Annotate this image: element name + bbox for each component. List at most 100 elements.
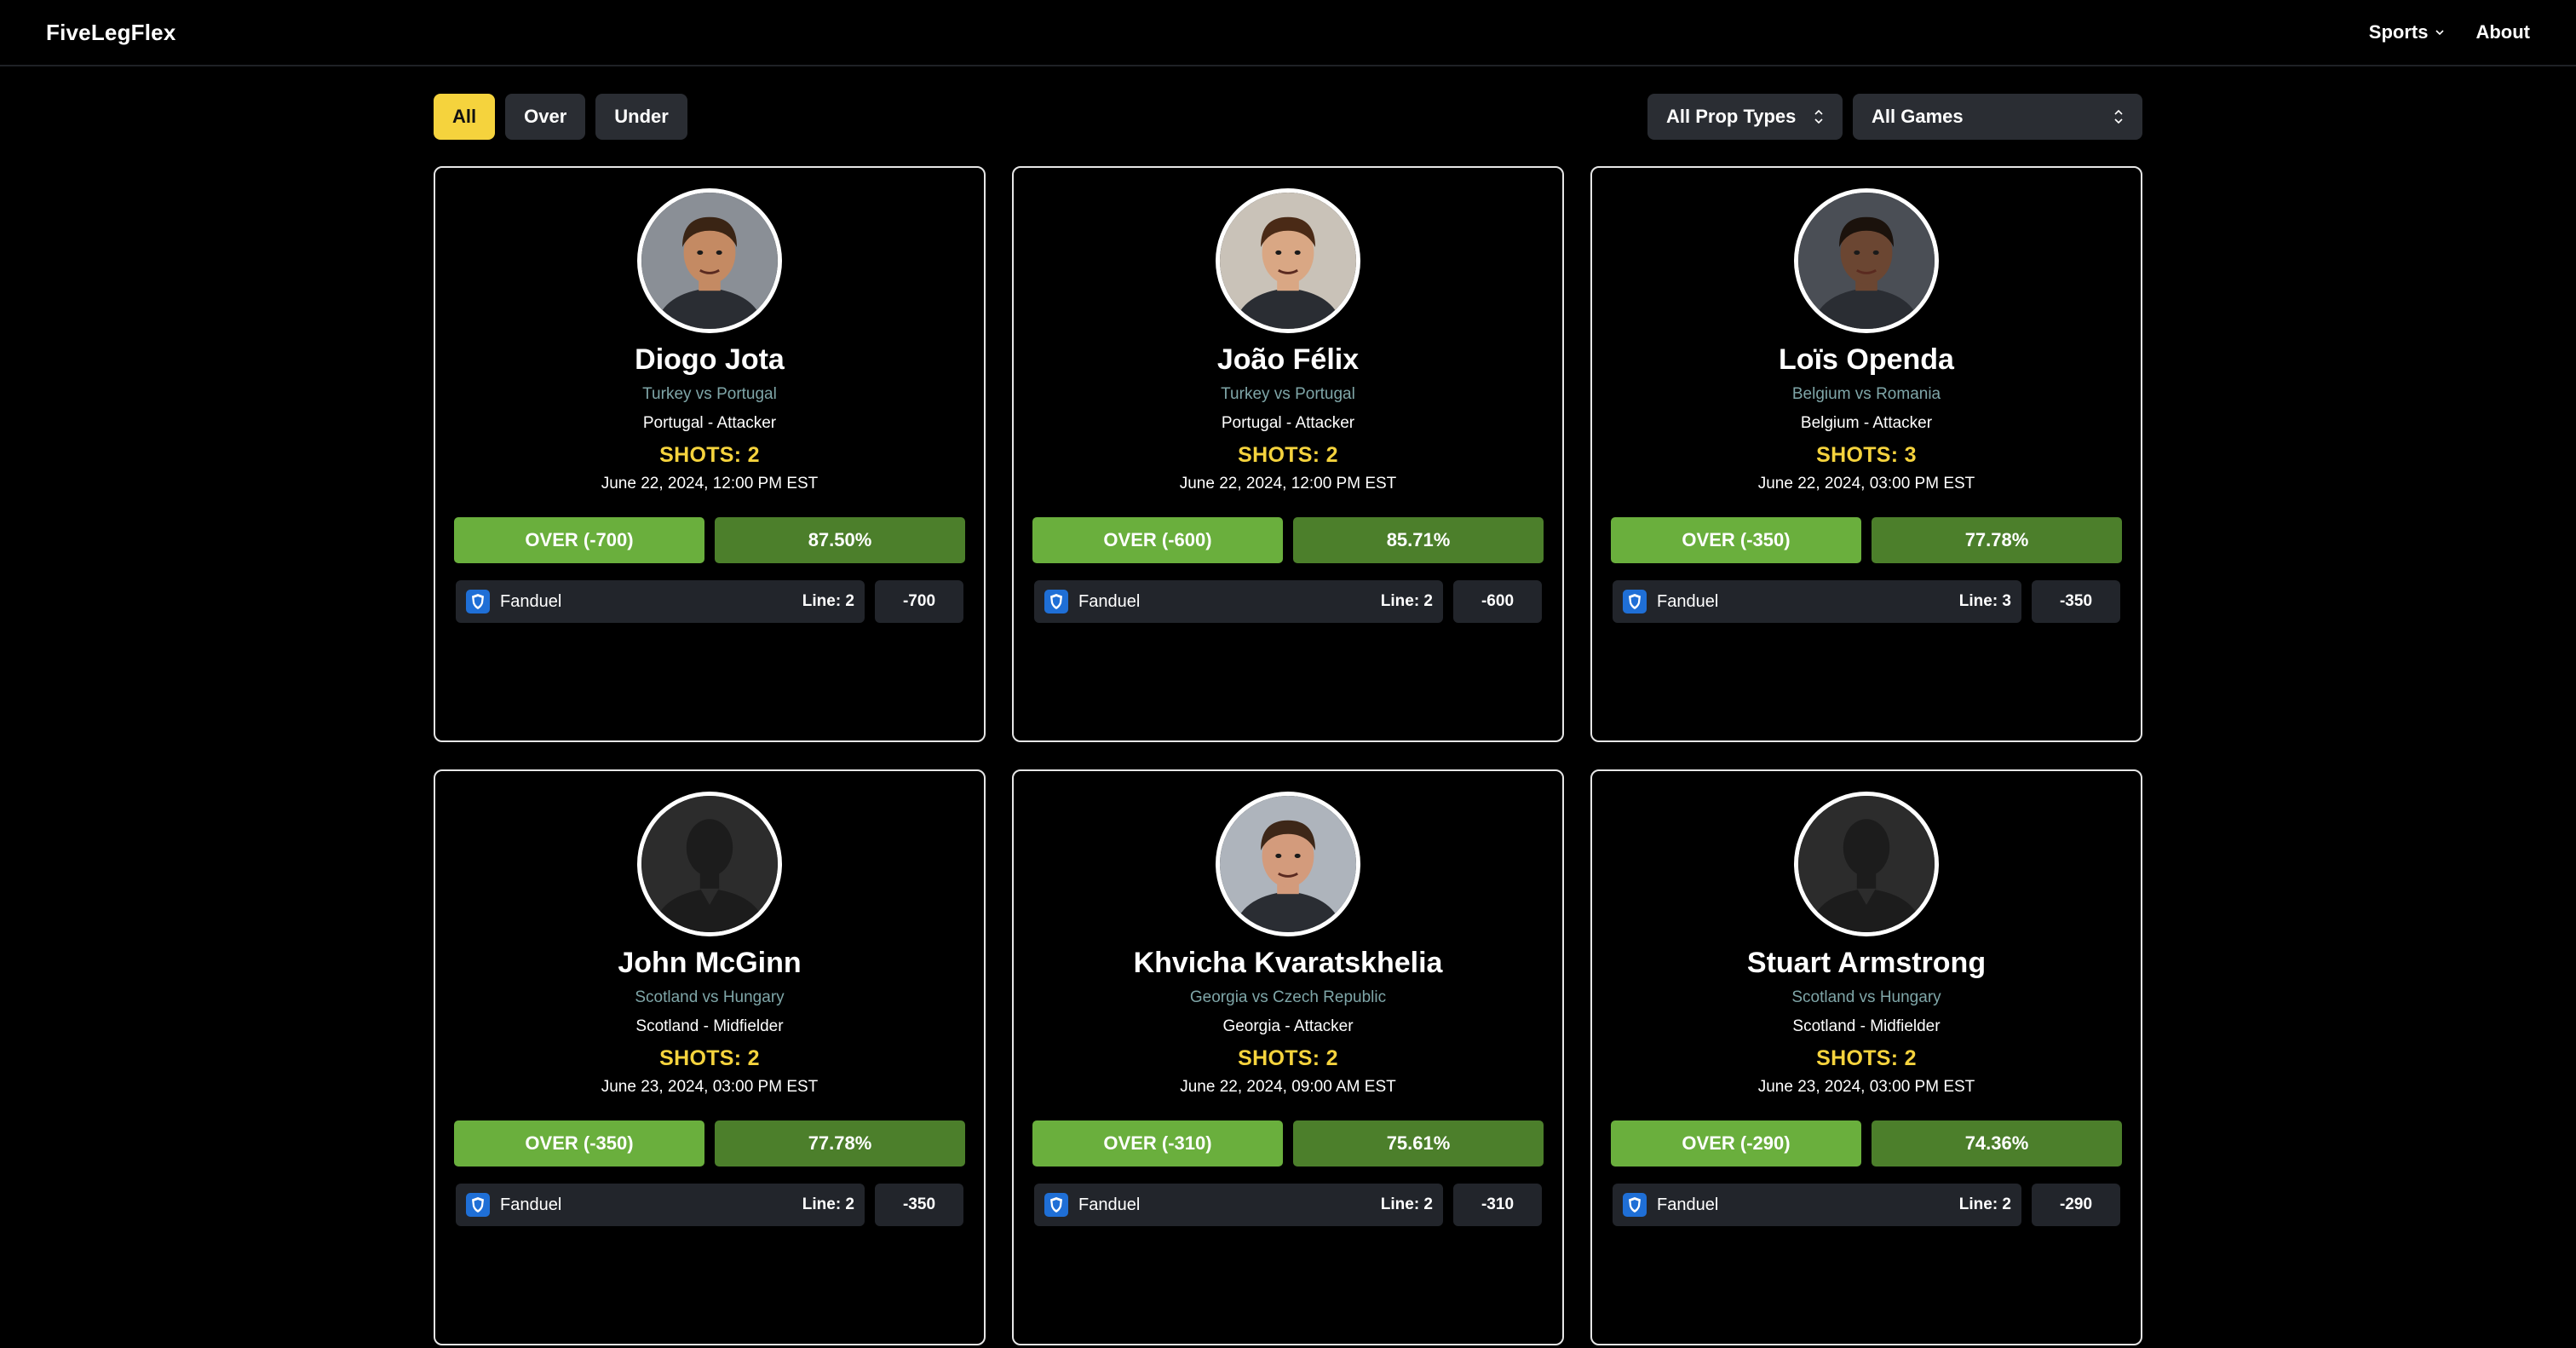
sportsbook-row: Fanduel Line: 2 -350 (456, 1184, 963, 1226)
prop-card[interactable]: Diogo Jota Turkey vs Portugal Portugal -… (434, 166, 986, 742)
fanduel-shield-icon (1044, 1193, 1068, 1217)
chevron-down-icon (2435, 30, 2445, 36)
prop-line-title: SHOTS: 2 (659, 443, 760, 467)
player-silhouette-icon (1798, 796, 1935, 932)
prop-card[interactable]: João Félix Turkey vs Portugal Portugal -… (1012, 166, 1564, 742)
line-value: Line: 2 (1380, 1195, 1433, 1213)
fanduel-shield-icon (466, 590, 490, 614)
filter-over-button[interactable]: Over (505, 94, 586, 140)
navbar: FiveLegFlex Sports About (0, 0, 2576, 66)
line-value: Line: 2 (802, 1195, 854, 1213)
select-group: All Prop Types All Games (1647, 94, 2142, 140)
sportsbook-info[interactable]: Fanduel Line: 2 (1034, 1184, 1443, 1226)
team-position: Belgium - Attacker (1800, 414, 1933, 432)
sportsbook-row: Fanduel Line: 3 -350 (1613, 580, 2120, 623)
sportsbook-name: Fanduel (1078, 1195, 1141, 1214)
game-datetime: June 23, 2024, 03:00 PM EST (601, 1078, 819, 1096)
brand-logo[interactable]: FiveLegFlex (46, 20, 175, 46)
sports-menu[interactable]: Sports (2369, 21, 2446, 43)
hit-rate-badge: 85.71% (1293, 517, 1544, 563)
player-name: Diogo Jota (635, 343, 785, 376)
prop-type-select[interactable]: All Prop Types (1647, 94, 1843, 140)
hit-rate-badge: 77.78% (715, 1120, 965, 1167)
player-photo (1798, 193, 1935, 329)
sportsbook-row: Fanduel Line: 2 -290 (1613, 1184, 2120, 1226)
odds-value[interactable]: -310 (1453, 1184, 1542, 1226)
sportsbook-info[interactable]: Fanduel Line: 3 (1613, 580, 2021, 623)
fanduel-shield-icon (1623, 590, 1647, 614)
hit-rate-badge: 77.78% (1872, 517, 2122, 563)
pick-row: OVER (-350) 77.78% (1611, 517, 2122, 563)
sportsbook-info[interactable]: Fanduel Line: 2 (1034, 580, 1443, 623)
select-arrows-icon (1814, 109, 1823, 124)
nav-links: Sports About (2369, 21, 2530, 43)
pick-button[interactable]: OVER (-700) (454, 517, 704, 563)
prop-card[interactable]: Loïs Openda Belgium vs Romania Belgium -… (1590, 166, 2142, 742)
odds-value[interactable]: -350 (875, 1184, 963, 1226)
player-avatar (637, 792, 782, 936)
game-matchup: Scotland vs Hungary (1791, 988, 1941, 1006)
team-position: Portugal - Attacker (642, 414, 777, 432)
odds-value[interactable]: -350 (2032, 580, 2120, 623)
prop-card[interactable]: Stuart Armstrong Scotland vs Hungary Sco… (1590, 769, 2142, 1345)
sportsbook-name: Fanduel (500, 591, 562, 611)
sportsbook-info[interactable]: Fanduel Line: 2 (456, 580, 865, 623)
player-silhouette-icon (641, 796, 778, 932)
prop-line-title: SHOTS: 2 (1816, 1046, 1917, 1070)
sportsbook-name: Fanduel (1078, 591, 1141, 611)
sportsbook-info[interactable]: Fanduel Line: 2 (456, 1184, 865, 1226)
about-link[interactable]: About (2475, 21, 2530, 43)
pick-button[interactable]: OVER (-290) (1611, 1120, 1861, 1167)
prop-type-value: All Prop Types (1666, 106, 1797, 127)
game-matchup: Belgium vs Romania (1791, 385, 1941, 403)
line-value: Line: 2 (1958, 1195, 2011, 1213)
pick-row: OVER (-600) 85.71% (1032, 517, 1544, 563)
game-datetime: June 23, 2024, 03:00 PM EST (1757, 1078, 1975, 1096)
odds-value[interactable]: -600 (1453, 580, 1542, 623)
pick-row: OVER (-310) 75.61% (1032, 1120, 1544, 1167)
game-datetime: June 22, 2024, 09:00 AM EST (1180, 1078, 1396, 1096)
pick-button[interactable]: OVER (-310) (1032, 1120, 1283, 1167)
hit-rate-badge: 87.50% (715, 517, 965, 563)
filter-all-button[interactable]: All (434, 94, 496, 140)
sportsbook-info[interactable]: Fanduel Line: 2 (1613, 1184, 2021, 1226)
pick-button[interactable]: OVER (-350) (1611, 517, 1861, 563)
prop-card-grid: Diogo Jota Turkey vs Portugal Portugal -… (434, 166, 2142, 1345)
team-position: Scotland - Midfielder (635, 1017, 784, 1035)
filter-bar: All Over Under All Prop Types All Games (434, 94, 2142, 140)
prop-card[interactable]: John McGinn Scotland vs Hungary Scotland… (434, 769, 986, 1345)
player-avatar (1794, 188, 1939, 333)
pick-row: OVER (-350) 77.78% (454, 1120, 965, 1167)
player-name: Loïs Openda (1779, 343, 1954, 376)
pick-row: OVER (-700) 87.50% (454, 517, 965, 563)
pick-button[interactable]: OVER (-350) (454, 1120, 704, 1167)
filter-under-button[interactable]: Under (595, 94, 687, 140)
team-position: Georgia - Attacker (1222, 1017, 1354, 1035)
game-datetime: June 22, 2024, 03:00 PM EST (1757, 475, 1975, 493)
team-position: Scotland - Midfielder (1792, 1017, 1941, 1035)
prop-card[interactable]: Khvicha Kvaratskhelia Georgia vs Czech R… (1012, 769, 1564, 1345)
sportsbook-name: Fanduel (500, 1195, 562, 1214)
player-name: Stuart Armstrong (1746, 947, 1987, 979)
game-datetime: June 22, 2024, 12:00 PM EST (1179, 475, 1397, 493)
player-name: João Félix (1216, 343, 1360, 376)
games-value: All Games (1872, 106, 1964, 127)
player-photo (641, 193, 778, 329)
team-position: Portugal - Attacker (1221, 414, 1355, 432)
line-value: Line: 2 (802, 592, 854, 610)
prop-line-title: SHOTS: 2 (1238, 443, 1338, 467)
over-under-filter: All Over Under (434, 94, 687, 140)
odds-value[interactable]: -700 (875, 580, 963, 623)
pick-row: OVER (-290) 74.36% (1611, 1120, 2122, 1167)
sportsbook-row: Fanduel Line: 2 -310 (1034, 1184, 1542, 1226)
select-arrows-icon (2114, 109, 2123, 124)
player-avatar (1216, 188, 1360, 333)
fanduel-shield-icon (466, 1193, 490, 1217)
prop-line-title: SHOTS: 2 (659, 1046, 760, 1070)
player-avatar (1794, 792, 1939, 936)
sportsbook-row: Fanduel Line: 2 -600 (1034, 580, 1542, 623)
pick-button[interactable]: OVER (-600) (1032, 517, 1283, 563)
games-select[interactable]: All Games (1853, 94, 2142, 140)
game-matchup: Turkey vs Portugal (642, 385, 777, 403)
odds-value[interactable]: -290 (2032, 1184, 2120, 1226)
